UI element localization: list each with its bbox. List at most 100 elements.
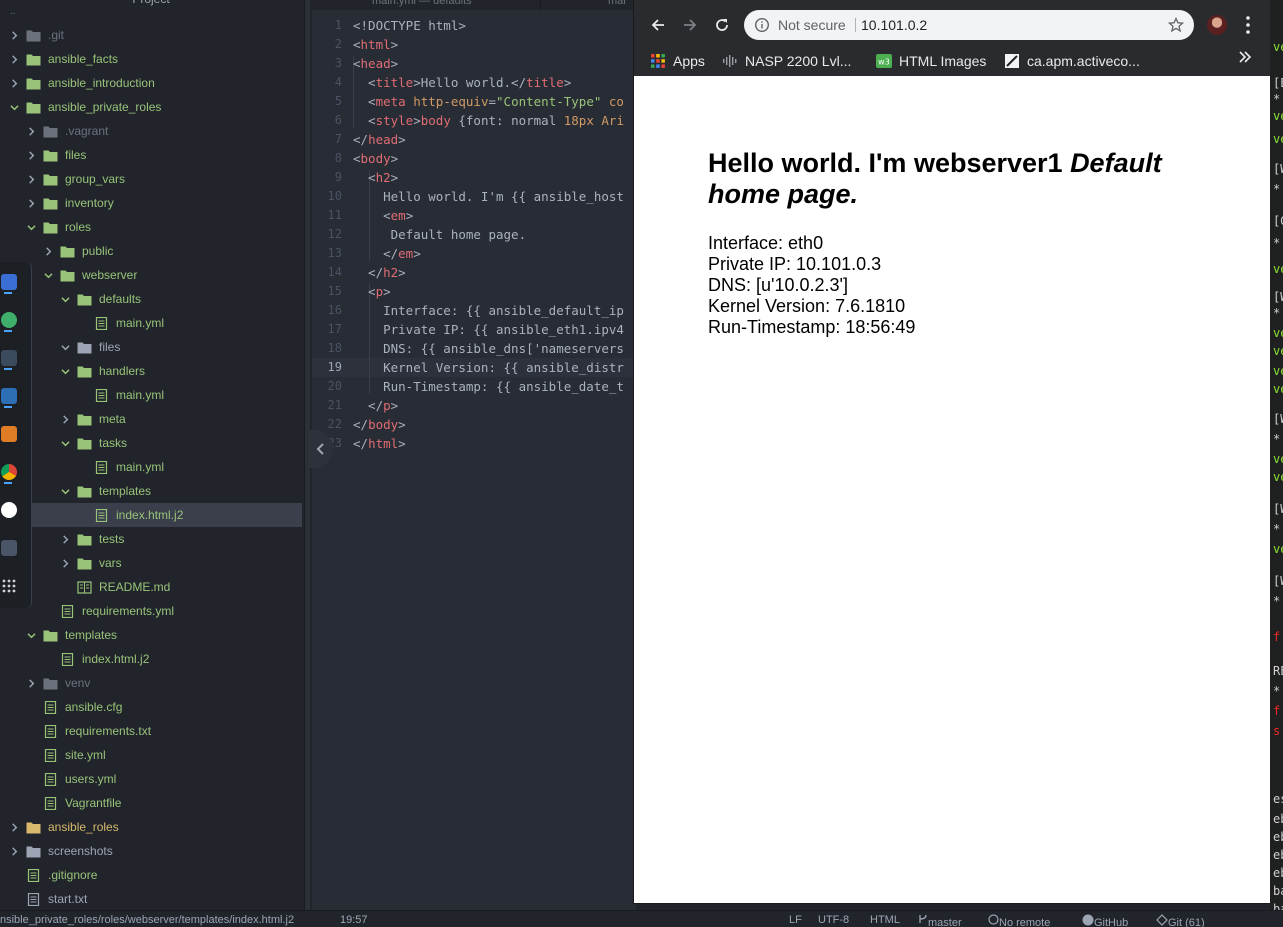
tree-file[interactable]: requirements.txt: [0, 719, 302, 743]
tree-file[interactable]: index.html.j2: [32, 503, 302, 527]
tree-file[interactable]: site.yml: [0, 743, 302, 767]
tree-folder[interactable]: defaults: [0, 287, 302, 311]
chevron-down-icon[interactable]: [59, 341, 71, 353]
code-line[interactable]: Default home page.: [353, 225, 526, 244]
tree-folder[interactable]: ansible_roles: [0, 815, 302, 839]
chevron-right-icon[interactable]: [42, 245, 54, 257]
status-github[interactable]: GitHub: [1082, 914, 1128, 927]
tree-file[interactable]: Vagrantfile: [0, 791, 302, 815]
status-remote[interactable]: No remote: [988, 914, 1050, 927]
tree-file[interactable]: .gitignore: [0, 863, 302, 887]
tree-folder[interactable]: files: [0, 143, 302, 167]
tree-folder[interactable]: webserver: [0, 263, 302, 287]
bookmark-apps[interactable]: Apps: [650, 50, 705, 72]
vmware-icon[interactable]: [1, 426, 17, 442]
chevron-right-icon[interactable]: [59, 413, 71, 425]
chevron-right-icon[interactable]: [25, 677, 37, 689]
code-line[interactable]: <p>: [353, 282, 391, 301]
chevron-right-icon[interactable]: [25, 125, 37, 137]
chevron-right-icon[interactable]: [8, 53, 20, 65]
code-line[interactable]: </h2>: [353, 263, 406, 282]
back-button[interactable]: [646, 13, 670, 37]
code-line[interactable]: Kernel Version: {{ ansible_distr: [353, 358, 624, 377]
tree-folder[interactable]: ansible_private_roles: [0, 95, 302, 119]
code-line[interactable]: </p>: [353, 396, 398, 415]
tree-file[interactable]: users.yml: [0, 767, 302, 791]
tree-file[interactable]: README.md: [0, 575, 302, 599]
chevron-right-icon[interactable]: [59, 533, 71, 545]
status-encoding[interactable]: UTF-8: [818, 914, 849, 926]
tree-folder[interactable]: files: [0, 335, 302, 359]
bookmark-html-images[interactable]: w3 HTML Images: [876, 50, 986, 72]
chevron-down-icon[interactable]: [59, 293, 71, 305]
chevron-down-icon[interactable]: [42, 269, 54, 281]
code-line[interactable]: <style>body {font: normal 18px Ari: [353, 111, 624, 130]
chevron-right-icon[interactable]: [25, 197, 37, 209]
code-line[interactable]: Private IP: {{ ansible_eth1.ipv4: [353, 320, 624, 339]
reload-button[interactable]: [710, 13, 734, 37]
address-bar[interactable]: Not secure 10.101.0.2: [744, 10, 1194, 40]
chevron-down-icon[interactable]: [8, 101, 20, 113]
tab-main-yml-defaults[interactable]: main.yml — defaults: [372, 0, 472, 10]
tree-file[interactable]: ansible.cfg: [0, 695, 302, 719]
tree-folder[interactable]: .vagrant: [0, 119, 302, 143]
chevron-right-icon[interactable]: [8, 845, 20, 857]
code-line[interactable]: Interface: {{ ansible_default_ip: [353, 301, 624, 320]
code-line[interactable]: <meta http-equiv="Content-Type" co: [353, 92, 624, 111]
code-line[interactable]: DNS: {{ ansible_dns['nameservers: [353, 339, 624, 358]
more-menu-icon[interactable]: [1245, 15, 1251, 35]
chevron-right-icon[interactable]: [25, 149, 37, 161]
bookmark-star-icon[interactable]: [1168, 17, 1184, 33]
slack-icon[interactable]: [1, 502, 17, 518]
code-line[interactable]: <head>: [353, 54, 398, 73]
chevron-right-icon[interactable]: [8, 821, 20, 833]
chevron-down-icon[interactable]: [59, 437, 71, 449]
status-file-path[interactable]: nsible_private_roles/roles/webserver/tem…: [0, 914, 294, 926]
screenshot-icon[interactable]: [1, 540, 17, 556]
tree-folder[interactable]: roles: [0, 215, 302, 239]
tree-folder[interactable]: screenshots: [0, 839, 302, 863]
app-grid-icon[interactable]: [1, 578, 17, 594]
code-line[interactable]: </em>: [353, 244, 421, 263]
info-icon[interactable]: [754, 17, 770, 33]
code-line[interactable]: <title>Hello world.</title>: [353, 73, 571, 92]
tree-folder[interactable]: meta: [0, 407, 302, 431]
chrome-icon[interactable]: [1, 464, 17, 480]
code-line[interactable]: </body>: [353, 415, 406, 434]
chevron-down-icon[interactable]: [59, 485, 71, 497]
tree-file[interactable]: start.txt: [0, 887, 302, 910]
tree-folder[interactable]: ansible_introduction: [0, 71, 302, 95]
tree-file[interactable]: main.yml: [0, 311, 302, 335]
code-line[interactable]: <em>: [353, 206, 413, 225]
chevron-right-icon[interactable]: [25, 173, 37, 185]
tree-file[interactable]: main.yml: [0, 455, 302, 479]
atom-icon[interactable]: [1, 312, 17, 328]
chevron-right-icon[interactable]: [59, 557, 71, 569]
tree-folder[interactable]: templates: [0, 479, 302, 503]
code-editor[interactable]: main.yml — defaults mai 1 <!DOCTYPE html>…: [312, 0, 636, 910]
bookmark-ca-apm[interactable]: ca.apm.activeco...: [1004, 50, 1140, 72]
status-branch[interactable]: master: [918, 914, 962, 927]
tree-folder[interactable]: group_vars: [0, 167, 302, 191]
code-line[interactable]: Run-Timestamp: {{ ansible_date_t: [353, 377, 624, 396]
chevron-down-icon[interactable]: [25, 221, 37, 233]
url-text[interactable]: 10.101.0.2: [861, 17, 927, 33]
chevron-right-icon[interactable]: [8, 77, 20, 89]
profile-avatar[interactable]: [1207, 15, 1227, 35]
code-line[interactable]: <!DOCTYPE html>: [353, 16, 466, 35]
virtualbox-icon[interactable]: [1, 388, 17, 404]
terminal-icon[interactable]: [1, 350, 17, 366]
chevron-down-icon[interactable]: [25, 629, 37, 641]
code-line[interactable]: <h2>: [353, 168, 398, 187]
status-grammar[interactable]: HTML: [870, 914, 900, 926]
code-line[interactable]: <body>: [353, 149, 398, 168]
tree-folder[interactable]: .git: [0, 23, 302, 47]
status-git[interactable]: Git (61): [1156, 914, 1205, 927]
tree-file[interactable]: main.yml: [0, 383, 302, 407]
code-line[interactable]: </html>: [353, 434, 406, 453]
terminal-window[interactable]: ve [E * ve ve [W * [G * ve [W * ve ve ve ve [W * ve ve [W * ve…: [1270, 0, 1283, 927]
tree-folder[interactable]: public: [0, 239, 302, 263]
tree-folder[interactable]: vars: [0, 551, 302, 575]
tree-folder[interactable]: templates: [0, 623, 302, 647]
code-line[interactable]: <html>: [353, 35, 398, 54]
